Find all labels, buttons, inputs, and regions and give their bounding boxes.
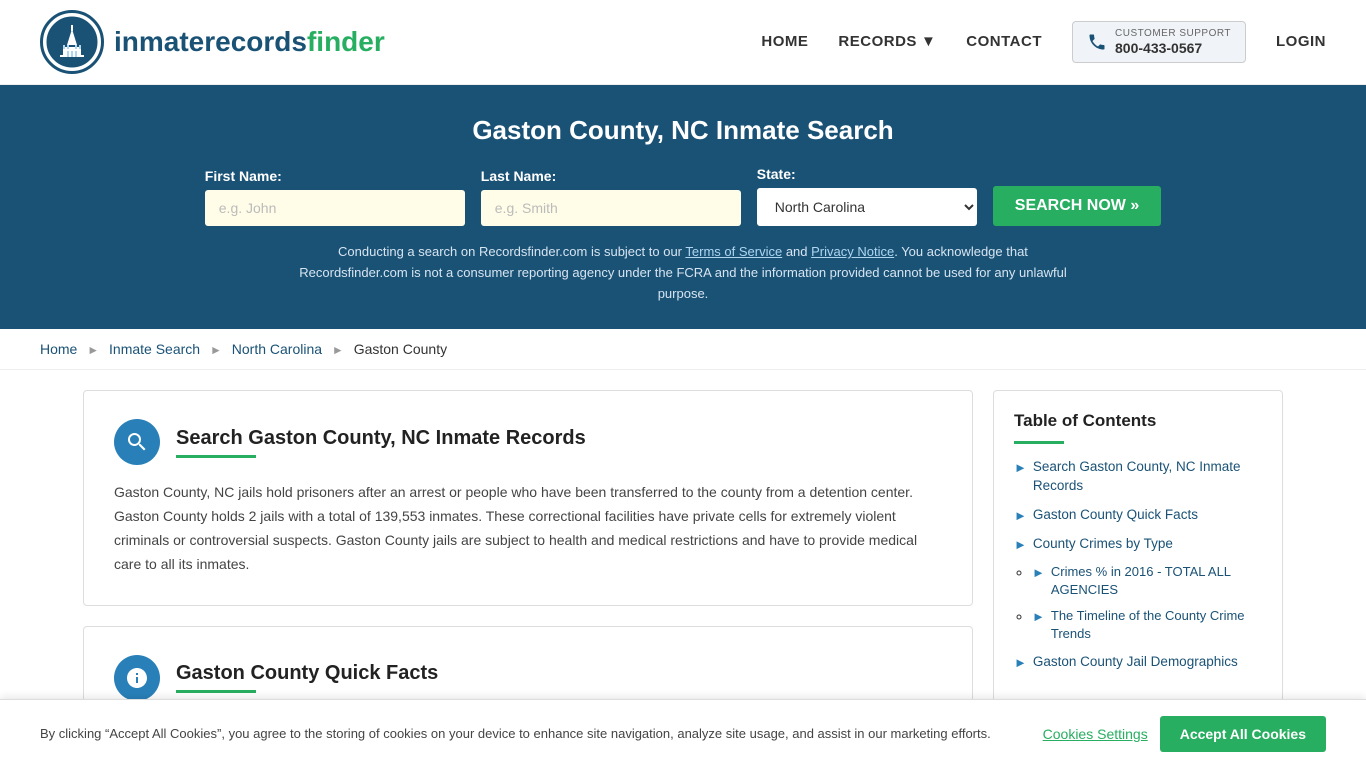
toc-sub-item-1: ► Crimes % in 2016 - TOTAL ALL AGENCIES [1032,563,1262,599]
toc-list: ► Search Gaston County, NC Inmate Record… [1014,458,1262,672]
quick-facts-title: Gaston County Quick Facts [176,662,438,685]
breadcrumb-sep-2: ► [210,343,222,357]
toc-item-3: ► County Crimes by Type ► Crimes % in 20… [1014,535,1262,643]
inmate-records-section: Search Gaston County, NC Inmate Records … [83,390,973,605]
breadcrumb-sep-1: ► [87,343,99,357]
nav-contact[interactable]: CONTACT [966,33,1042,50]
search-hero-title: Gaston County, NC Inmate Search [40,115,1326,146]
toc-arrow-4: ► [1014,654,1027,672]
accept-all-cookies-button[interactable]: Accept All Cookies [1160,716,1326,752]
logo-main: inmaterecords [114,26,307,57]
main-section-title: Search Gaston County, NC Inmate Records [176,427,586,450]
sidebar: Table of Contents ► Search Gaston County… [993,390,1283,737]
toc-arrow-1: ► [1014,459,1027,477]
search-hero: Gaston County, NC Inmate Search First Na… [0,85,1366,329]
toc-link-2[interactable]: ► Gaston County Quick Facts [1014,506,1262,525]
toc-sub-label-1: Crimes % in 2016 - TOTAL ALL AGENCIES [1051,563,1262,599]
quick-facts-header: Gaston County Quick Facts [114,655,942,701]
section-underline [176,455,256,458]
toc-label-3: County Crimes by Type [1033,535,1173,554]
breadcrumb-home[interactable]: Home [40,341,77,357]
breadcrumb: Home ► Inmate Search ► North Carolina ► … [0,329,1366,370]
toc-card: Table of Contents ► Search Gaston County… [993,390,1283,703]
toc-title: Table of Contents [1014,411,1262,431]
first-name-input[interactable] [205,190,465,226]
search-now-button[interactable]: SEARCH NOW » [993,186,1161,226]
quick-facts-title-wrap: Gaston County Quick Facts [176,662,438,693]
chevron-down-icon: ▼ [921,33,936,50]
cookie-actions: Cookies Settings Accept All Cookies [1043,716,1326,752]
phone-icon [1087,32,1107,52]
section-title-wrap: Search Gaston County, NC Inmate Records [176,427,586,458]
breadcrumb-sep-3: ► [332,343,344,357]
state-label: State: [757,166,977,182]
toc-label-1: Search Gaston County, NC Inmate Records [1033,458,1262,496]
support-text: CUSTOMER SUPPORT 800-433-0567 [1115,28,1231,57]
toc-sub-item-2: ► The Timeline of the County Crime Trend… [1032,607,1262,643]
site-header: inmaterecordsfinder HOME RECORDS ▼ CONTA… [0,0,1366,85]
toc-sub-arrow-2: ► [1032,608,1045,626]
last-name-input[interactable] [481,190,741,226]
toc-link-4[interactable]: ► Gaston County Jail Demographics [1014,653,1262,672]
section-header: Search Gaston County, NC Inmate Records [114,419,942,465]
toc-link-1[interactable]: ► Search Gaston County, NC Inmate Record… [1014,458,1262,496]
toc-sub-link-2[interactable]: ► The Timeline of the County Crime Trend… [1032,607,1262,643]
main-layout: Search Gaston County, NC Inmate Records … [43,390,1323,737]
first-name-label: First Name: [205,168,465,184]
toc-label-2: Gaston County Quick Facts [1033,506,1198,525]
cookie-text: By clicking “Accept All Cookies”, you ag… [40,724,1023,744]
cookie-banner: By clicking “Accept All Cookies”, you ag… [0,699,1366,768]
logo-icon [40,10,104,74]
magnifier-icon [125,430,149,454]
toc-sub-link-1[interactable]: ► Crimes % in 2016 - TOTAL ALL AGENCIES [1032,563,1262,599]
logo-finder: finder [307,26,385,57]
logo-area: inmaterecordsfinder [40,10,385,74]
toc-label-4: Gaston County Jail Demographics [1033,653,1238,672]
terms-link[interactable]: Terms of Service [685,244,782,259]
breadcrumb-county: Gaston County [354,341,447,357]
toc-divider [1014,441,1064,444]
breadcrumb-inmate-search[interactable]: Inmate Search [109,341,200,357]
main-nav: HOME RECORDS ▼ CONTACT CUSTOMER SUPPORT … [761,21,1326,64]
first-name-group: First Name: [205,168,465,226]
toc-arrow-2: ► [1014,507,1027,525]
nav-login[interactable]: LOGIN [1276,33,1326,50]
logo-text: inmaterecordsfinder [114,26,385,58]
privacy-link[interactable]: Privacy Notice [811,244,894,259]
quick-facts-underline [176,690,256,693]
toc-item-1: ► Search Gaston County, NC Inmate Record… [1014,458,1262,496]
state-group: State: North Carolina Alabama Alaska Ari… [757,166,977,226]
last-name-label: Last Name: [481,168,741,184]
content-area: Search Gaston County, NC Inmate Records … [83,390,973,737]
toc-sub-label-2: The Timeline of the County Crime Trends [1051,607,1262,643]
last-name-group: Last Name: [481,168,741,226]
nav-records[interactable]: RECORDS ▼ [838,33,936,50]
toc-arrow-3: ► [1014,536,1027,554]
cookies-settings-button[interactable]: Cookies Settings [1043,716,1148,752]
toc-link-3[interactable]: ► County Crimes by Type [1014,535,1262,554]
nav-home[interactable]: HOME [761,33,808,50]
customer-support-button[interactable]: CUSTOMER SUPPORT 800-433-0567 [1072,21,1246,64]
search-section-icon [114,419,160,465]
search-disclaimer: Conducting a search on Recordsfinder.com… [283,242,1083,304]
toc-sub-list: ► Crimes % in 2016 - TOTAL ALL AGENCIES … [1014,563,1262,644]
support-number: 800-433-0567 [1115,40,1231,57]
breadcrumb-state[interactable]: North Carolina [232,341,322,357]
support-label: CUSTOMER SUPPORT [1115,28,1231,40]
toc-sub-arrow-1: ► [1032,564,1045,582]
main-section-body: Gaston County, NC jails hold prisoners a… [114,481,942,576]
toc-item-2: ► Gaston County Quick Facts [1014,506,1262,525]
info-icon [125,666,149,690]
toc-item-4: ► Gaston County Jail Demographics [1014,653,1262,672]
state-select[interactable]: North Carolina Alabama Alaska Arizona Ca… [757,188,977,226]
quick-facts-icon [114,655,160,701]
search-form: First Name: Last Name: State: North Caro… [40,166,1326,226]
